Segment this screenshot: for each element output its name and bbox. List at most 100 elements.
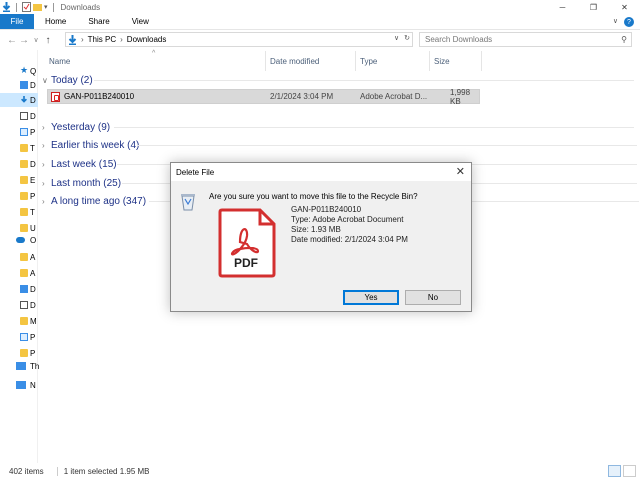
file-details: GAN-P011B240010 Type: Adobe Acrobat Docu… [291, 205, 408, 245]
network-icon [16, 381, 26, 389]
address-bar[interactable]: › This PC › Downloads ∨ ↻ [65, 32, 413, 47]
tab-file[interactable]: File [0, 14, 34, 29]
ribbon-tabs: File Home Share View ∨ ? [0, 14, 640, 30]
nav-item-folder[interactable]: D [0, 157, 38, 171]
breadcrumb-downloads[interactable]: Downloads [127, 35, 167, 44]
desktop-icon [20, 285, 28, 293]
new-folder-icon[interactable] [33, 2, 42, 12]
back-icon[interactable]: ← [6, 35, 18, 46]
large-icons-view-icon[interactable] [623, 465, 636, 477]
column-header-size[interactable]: Size [434, 51, 450, 71]
download-icon[interactable] [2, 2, 11, 12]
customize-toolbar-icon[interactable]: ▾ [44, 3, 48, 11]
nav-item-network[interactable]: N [0, 378, 38, 392]
nav-item-onedrive[interactable]: O [0, 233, 38, 247]
up-icon[interactable]: ↑ [42, 35, 54, 46]
file-row-selected[interactable]: GAN-P011B240010 2/1/2024 3:04 PM Adobe A… [47, 88, 480, 106]
nav-item-quick-access[interactable]: ★ Q [0, 64, 38, 78]
nav-item-desktop[interactable]: D [0, 282, 38, 296]
tab-view[interactable]: View [121, 14, 160, 29]
group-divider [137, 145, 637, 146]
dialog-file-date: Date modified: 2/1/2024 3:04 PM [291, 235, 408, 244]
search-icon: ⚲ [621, 35, 627, 44]
file-type: Adobe Acrobat D... [360, 92, 428, 101]
nav-item-pictures[interactable]: P [0, 125, 38, 139]
chevron-right-icon: › [42, 196, 45, 206]
search-input[interactable]: Search Downloads ⚲ [419, 32, 632, 47]
nav-item-documents[interactable]: D [0, 109, 38, 123]
nav-item-desktop[interactable]: D [0, 78, 38, 92]
cloud-icon [16, 237, 25, 243]
column-separator[interactable] [265, 51, 266, 71]
group-header-last-week[interactable]: › Last week (15) [42, 157, 637, 171]
nav-item-folder[interactable]: M [0, 314, 38, 328]
dialog-title-bar: Delete File ✕ [171, 163, 471, 181]
column-separator[interactable] [429, 51, 430, 71]
nav-item-folder[interactable]: T [0, 205, 38, 219]
pdf-file-icon [51, 91, 60, 102]
group-header-last-month[interactable]: › Last month (25) [42, 176, 637, 190]
group-header-yesterday[interactable]: › Yesterday (9) [42, 120, 634, 134]
recent-locations-icon[interactable]: ∨ [30, 36, 42, 44]
chevron-right-icon: › [42, 140, 45, 150]
refresh-icon[interactable]: ↻ [404, 34, 410, 42]
folder-icon [20, 144, 28, 152]
chevron-right-icon: › [42, 122, 45, 132]
address-row: ← → ∨ ↑ › This PC › Downloads ∨ ↻ Search… [0, 31, 640, 49]
selection-info: 1 item selected 1.95 MB [56, 467, 150, 476]
dialog-file-name: GAN-P011B240010 [291, 205, 362, 214]
tab-home[interactable]: Home [34, 14, 77, 29]
column-header-type[interactable]: Type [360, 51, 377, 71]
document-icon [20, 301, 28, 309]
recycle-bin-icon [181, 194, 195, 211]
delete-file-dialog: Delete File ✕ Are you sure you want to m… [170, 162, 472, 312]
dialog-file-type: Type: Adobe Acrobat Document [291, 215, 404, 224]
minimize-icon[interactable]: ─ [547, 0, 578, 14]
dialog-title: Delete File [176, 167, 215, 177]
nav-item-downloads[interactable]: D [0, 93, 38, 107]
group-header-today[interactable]: ∨ Today (2) [42, 73, 634, 87]
folder-icon [20, 349, 28, 357]
folder-icon [20, 224, 28, 232]
column-separator[interactable] [481, 51, 482, 71]
nav-item-folder[interactable]: A [0, 266, 38, 280]
close-icon[interactable]: ✕ [456, 165, 465, 178]
sort-ascending-icon: ^ [152, 50, 156, 57]
nav-item-pictures[interactable]: P [0, 330, 38, 344]
column-header-name[interactable]: Name [49, 51, 70, 71]
column-separator[interactable] [355, 51, 356, 71]
help-icon[interactable]: ? [624, 17, 634, 27]
nav-item-folder[interactable]: P [0, 346, 38, 360]
column-header-date[interactable]: Date modified [270, 51, 319, 71]
close-icon[interactable]: ✕ [609, 0, 640, 14]
nav-item-this-pc[interactable]: Th [0, 359, 39, 373]
dialog-body: Are you sure you want to move this file … [171, 181, 471, 312]
no-button[interactable]: No [405, 290, 461, 305]
group-header-long-time-ago[interactable]: › A long time ago (347) [42, 194, 639, 208]
breadcrumb-separator-icon: › [120, 35, 123, 44]
quick-access-toolbar: ▾ [0, 2, 57, 12]
nav-item-folder[interactable]: P [0, 189, 38, 203]
dialog-question: Are you sure you want to move this file … [209, 192, 418, 201]
nav-item-documents[interactable]: D [0, 298, 38, 312]
details-view-icon[interactable] [608, 465, 621, 477]
nav-item-folder[interactable]: E [0, 173, 38, 187]
maximize-icon[interactable]: ❐ [578, 0, 609, 14]
document-icon [20, 112, 28, 120]
address-actions: ∨ ↻ [394, 34, 410, 42]
nav-item-folder[interactable]: T [0, 141, 38, 155]
tab-share[interactable]: Share [77, 14, 120, 29]
dropdown-icon[interactable]: ∨ [394, 34, 399, 42]
folder-icon [20, 176, 28, 184]
window-controls: ─ ❐ ✕ [547, 0, 640, 14]
properties-icon[interactable] [22, 2, 31, 12]
group-header-earlier-this-week[interactable]: › Earlier this week (4) [42, 138, 637, 152]
ribbon-expand-icon[interactable]: ∨ [613, 17, 618, 25]
toolbar-separator [16, 2, 17, 12]
forward-icon[interactable]: → [18, 35, 30, 46]
yes-button[interactable]: Yes [343, 290, 399, 305]
breadcrumb-this-pc[interactable]: This PC [88, 35, 116, 44]
pictures-icon [20, 333, 28, 341]
folder-icon [20, 269, 28, 277]
nav-item-folder[interactable]: A [0, 250, 38, 264]
